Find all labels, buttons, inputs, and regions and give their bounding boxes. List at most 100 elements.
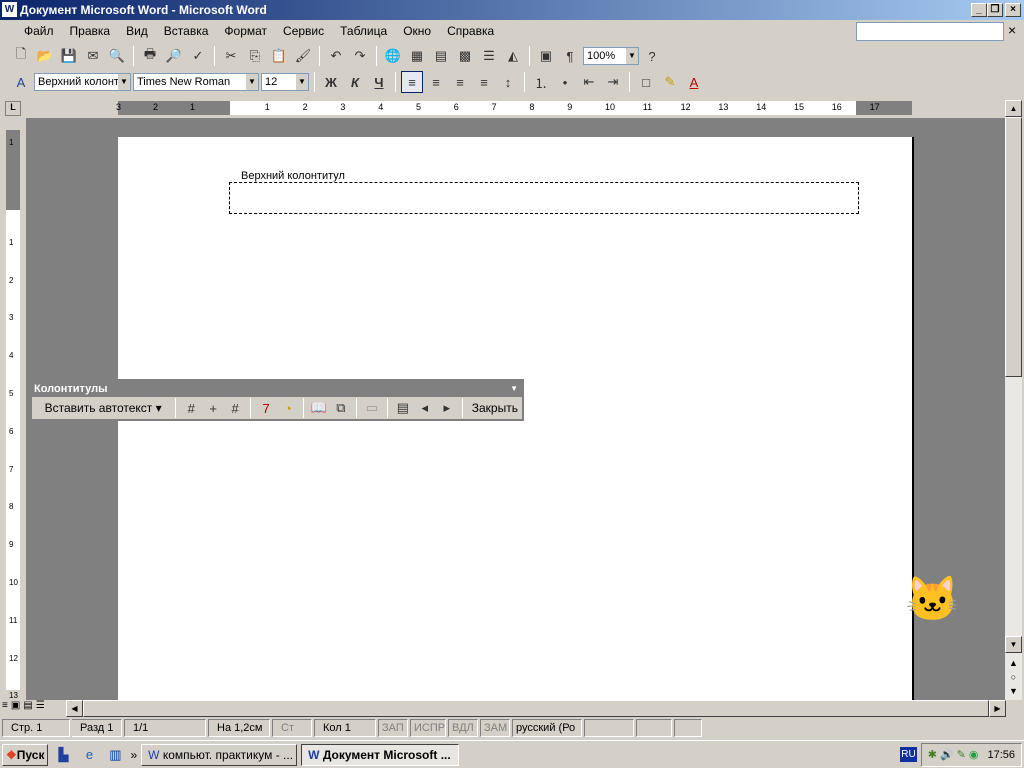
header-footer-toolbar[interactable]: Колонтитулы ▼ Вставить автотекст ▾ # + # … (30, 379, 524, 421)
zoom-select[interactable]: 100% ▼ (583, 47, 639, 65)
status-ext[interactable]: ВДЛ (448, 719, 478, 737)
view-buttons[interactable]: ≡▣▤☰ (2, 700, 66, 717)
hscroll-thumb[interactable] (83, 700, 989, 717)
highlight-icon[interactable]: ✎ (659, 71, 681, 93)
bold-button[interactable]: Ж (320, 71, 342, 93)
tables-borders-icon[interactable]: ▦ (406, 45, 428, 67)
format-painter-icon[interactable]: 🖌 (292, 45, 314, 67)
align-right-icon[interactable]: ≡ (449, 71, 471, 93)
underline-button[interactable]: Ч (368, 71, 390, 93)
italic-button[interactable]: К (344, 71, 366, 93)
align-left-icon[interactable]: ≡ (401, 71, 423, 93)
language-indicator[interactable]: RU (900, 747, 917, 762)
decrease-indent-icon[interactable]: ⇤ (578, 71, 600, 93)
menu-view[interactable]: Вид (118, 24, 156, 38)
hyperlink-icon[interactable]: 🌐 (382, 45, 404, 67)
status-language[interactable]: русский (Ро (512, 719, 582, 737)
scroll-right-button[interactable]: ▶ (989, 700, 1006, 717)
menu-format[interactable]: Формат (216, 24, 275, 38)
scroll-down-button[interactable]: ▼ (1005, 636, 1022, 653)
spelling-icon[interactable]: ✓ (187, 45, 209, 67)
menu-edit[interactable]: Правка (62, 24, 119, 38)
show-next-icon[interactable]: ▸ (437, 397, 457, 419)
justify-icon[interactable]: ≡ (473, 71, 495, 93)
insert-table-icon[interactable]: ▤ (430, 45, 452, 67)
menu-help[interactable]: Справка (439, 24, 502, 38)
restore-button[interactable]: ❐ (987, 3, 1003, 17)
scroll-thumb[interactable] (1005, 117, 1022, 377)
close-button[interactable]: × (1005, 3, 1021, 17)
save-icon[interactable]: 💾 (58, 45, 80, 67)
close-document-icon[interactable]: × (1008, 22, 1016, 38)
search-icon[interactable]: 🔍 (106, 45, 128, 67)
switch-header-footer-icon[interactable]: ▤ (393, 397, 413, 419)
bullets-icon[interactable]: • (554, 71, 576, 93)
close-header-button[interactable]: Закрыть (468, 401, 522, 415)
chevron-more-icon[interactable]: » (130, 748, 137, 762)
chevron-down-icon[interactable]: ▼ (510, 381, 522, 397)
border-icon[interactable]: □ (635, 71, 657, 93)
drawing-icon[interactable]: ◭ (502, 45, 524, 67)
format-page-number-icon[interactable]: # (225, 397, 245, 419)
undo-icon[interactable]: ↶ (325, 45, 347, 67)
page-setup-icon[interactable]: 📖 (309, 397, 329, 419)
numbering-icon[interactable]: ⒈ (530, 71, 552, 93)
horizontal-scrollbar[interactable]: ◀ ▶ (66, 700, 1006, 717)
tray-app-icon[interactable]: ◉ (969, 748, 979, 761)
page-count-icon[interactable]: + (203, 397, 223, 419)
scroll-left-button[interactable]: ◀ (66, 700, 83, 717)
font-size-select[interactable]: 12 ▼ (261, 73, 309, 91)
insert-excel-icon[interactable]: ▩ (454, 45, 476, 67)
horizontal-ruler[interactable]: 3 2 1 1 2 3 4 5 6 7 8 9 10 11 12 13 14 15 16 17 (116, 101, 912, 115)
show-hide-icon[interactable]: ¶ (559, 45, 581, 67)
menu-insert[interactable]: Вставка (156, 24, 217, 38)
menu-tools[interactable]: Сервис (275, 24, 332, 38)
browse-buttons[interactable]: ▲ ○ ▼ (1005, 656, 1022, 698)
columns-icon[interactable]: ☰ (478, 45, 500, 67)
menu-window[interactable]: Окно (395, 24, 439, 38)
header-area[interactable] (229, 182, 859, 214)
start-button[interactable]: ❖Пуск (2, 743, 49, 766)
task-button-document[interactable]: W Документ Microsoft ... (301, 743, 460, 766)
page-number-icon[interactable]: # (181, 397, 201, 419)
toolbar-title[interactable]: Колонтитулы ▼ (32, 381, 522, 397)
open-icon[interactable]: 📂 (34, 45, 56, 67)
cut-icon[interactable]: ✂ (220, 45, 242, 67)
style-select[interactable]: Верхний колонт ▼ (34, 73, 131, 91)
align-center-icon[interactable]: ≡ (425, 71, 447, 93)
help-icon[interactable]: ? (641, 45, 663, 67)
volume-icon[interactable]: 🔊 (940, 748, 954, 761)
tray-pen-icon[interactable]: ✎ (957, 748, 966, 761)
task-button-practicum[interactable]: W компьют. практикум - ... (141, 743, 298, 766)
same-as-previous-icon[interactable]: ▭ (362, 397, 382, 419)
show-previous-icon[interactable]: ◂ (415, 397, 435, 419)
font-color-icon[interactable]: A (683, 71, 705, 93)
line-spacing-icon[interactable]: ↕ (497, 71, 519, 93)
office-assistant-cat[interactable]: 🐱 (905, 570, 985, 630)
menu-table[interactable]: Таблица (332, 24, 395, 38)
vertical-ruler[interactable]: 1 1 2 3 4 5 6 7 8 9 10 11 12 13 (6, 130, 20, 700)
quicklaunch-app-icon[interactable]: ▥ (104, 744, 126, 766)
show-document-text-icon[interactable]: ⧉ (331, 397, 351, 419)
increase-indent-icon[interactable]: ⇥ (602, 71, 624, 93)
print-icon[interactable]: 🖶 (139, 45, 161, 67)
scroll-up-button[interactable]: ▲ (1005, 100, 1022, 117)
date-icon[interactable]: 7 (256, 397, 276, 419)
redo-icon[interactable]: ↷ (349, 45, 371, 67)
tab-selector-button[interactable]: L (5, 101, 21, 116)
permission-icon[interactable]: ✉ (82, 45, 104, 67)
status-rec[interactable]: ЗАП (378, 719, 408, 737)
vertical-scrollbar[interactable]: ▲ ▼ ▲ ○ ▼ (1005, 100, 1022, 700)
minimize-button[interactable]: _ (971, 3, 987, 17)
show-desktop-icon[interactable]: ▙ (52, 744, 74, 766)
paste-icon[interactable]: 📋 (268, 45, 290, 67)
styles-icon[interactable]: A (10, 71, 32, 93)
help-search-input[interactable] (856, 22, 1004, 41)
time-icon[interactable]: ◔ (278, 397, 298, 419)
ie-icon[interactable]: e (78, 744, 100, 766)
insert-autotext-button[interactable]: Вставить автотекст ▾ (36, 401, 170, 415)
copy-icon[interactable]: ⎘ (244, 45, 266, 67)
font-select[interactable]: Times New Roman ▼ (133, 73, 259, 91)
document-map-icon[interactable]: ▣ (535, 45, 557, 67)
status-trk[interactable]: ИСПР (410, 719, 446, 737)
